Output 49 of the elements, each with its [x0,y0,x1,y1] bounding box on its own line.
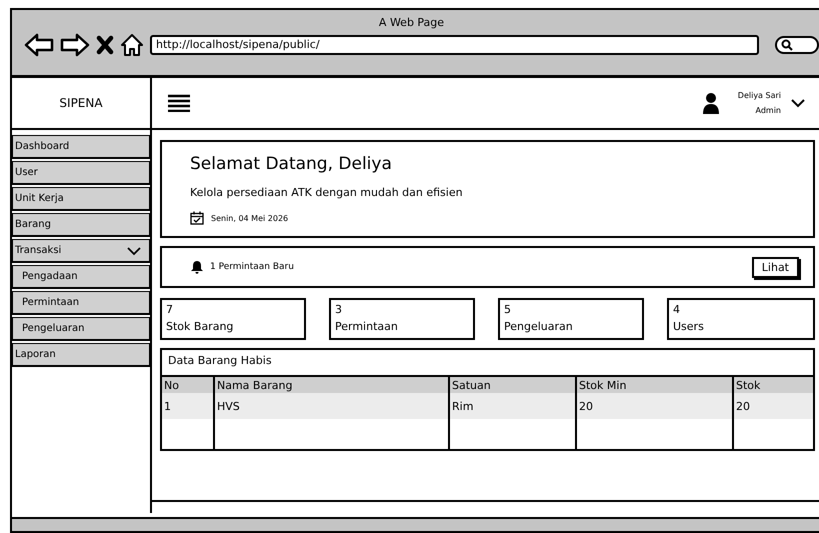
user-name: Deliya Sari [738,90,781,102]
table-cell: Rim [449,393,576,419]
calendar-icon [190,211,204,225]
table-cell: HVS [214,393,449,419]
date-text: Senin, 04 Mei 2026 [211,214,288,222]
forward-icon[interactable] [60,33,90,57]
chevron-down-icon [127,246,141,256]
user-role: Admin [754,105,781,117]
column-header: Stok Min [576,377,733,393]
welcome-subtitle: Kelola persediaan ATK dengan mudah dan efisien [190,186,464,199]
window-title: A Web Page [378,16,446,29]
sidebar-item[interactable]: Barang [12,213,150,237]
sidebar-item[interactable]: Unit Kerja [12,187,150,211]
stat-label: Permintaan [335,319,399,335]
column-header: Nama Barang [214,377,449,393]
chevron-down-icon[interactable] [791,98,805,108]
url-field[interactable]: http://localhost/sipena/public/ [150,35,759,55]
stat-value: 5 [504,302,512,318]
close-icon[interactable] [96,35,114,55]
home-icon[interactable] [120,33,144,57]
sidebar-item[interactable]: Laporan [12,343,150,367]
view-button[interactable]: Lihat [752,256,799,278]
menu-icon[interactable] [168,94,190,112]
sidebar-item[interactable]: Permintaan [12,291,150,315]
table-cell: 20 [576,393,733,419]
stat-label: Stok Barang [166,319,234,335]
sidebar-item[interactable]: Pengeluaran [12,317,150,341]
column-header: Stok [733,377,814,393]
app-logo-text: SIPENA [12,78,152,128]
stat-label: Pengeluaran [504,319,574,335]
stat-label: Users [673,319,705,335]
table-cell: 1 [161,393,214,419]
sidebar-item[interactable]: Transaksi [12,239,150,263]
notification-text: 1 Permintaan Baru [210,262,294,272]
sidebar-item[interactable]: Dashboard [12,135,150,159]
search-field[interactable] [775,36,819,54]
stat-value: 3 [335,302,343,318]
stat-value: 4 [673,302,681,318]
search-icon [781,39,793,51]
column-header: No [161,377,214,393]
welcome-title: Selamat Datang, Deliya [190,154,393,174]
sidebar-item[interactable]: User [12,161,150,185]
stat-value: 7 [166,302,174,318]
bell-icon [190,260,204,274]
table-cell: 20 [733,393,814,419]
back-icon[interactable] [24,33,54,57]
sidebar-item[interactable]: Pengadaan [12,265,150,289]
user-icon [702,92,720,114]
column-header: Satuan [449,377,576,393]
